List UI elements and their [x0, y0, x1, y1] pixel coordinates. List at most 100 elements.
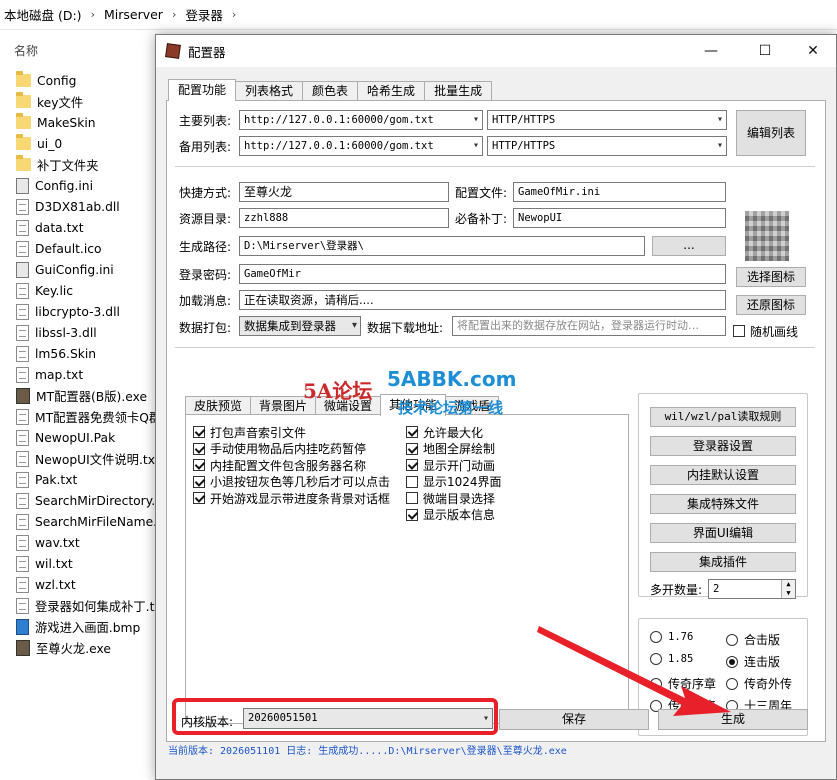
- option-checkbox[interactable]: 手动使用物品后内挂吃药暂停: [193, 441, 366, 457]
- option-checkbox[interactable]: 显示版本信息: [406, 507, 495, 523]
- option-checkbox[interactable]: 允许最大化: [406, 424, 483, 440]
- file-item[interactable]: wav.txt: [16, 532, 166, 553]
- primary-protocol-select[interactable]: HTTP/HTTPS ▾: [487, 110, 727, 130]
- file-item[interactable]: SearchMirFileName.t: [16, 511, 166, 532]
- primary-list-select[interactable]: http://127.0.0.1:60000/gom.txt ▾: [239, 110, 483, 130]
- select-icon-button[interactable]: 选择图标: [736, 267, 806, 287]
- option-checkbox[interactable]: 地图全屏绘制: [406, 441, 495, 457]
- option-checkbox[interactable]: 打包声音索引文件: [193, 424, 306, 440]
- file-icon: [16, 345, 29, 362]
- file-item[interactable]: libcrypto-3.dll: [16, 301, 166, 322]
- restore-icon-button[interactable]: 还原图标: [736, 295, 806, 315]
- option-label: 地图全屏绘制: [423, 442, 496, 456]
- side-button[interactable]: 界面UI编辑: [650, 523, 796, 543]
- file-item[interactable]: Key.lic: [16, 280, 166, 301]
- side-button[interactable]: 集成插件: [650, 552, 796, 572]
- file-item[interactable]: NewopUI文件说明.txt: [16, 448, 166, 469]
- side-button[interactable]: 登录器设置: [650, 436, 796, 456]
- folder-icon: [16, 71, 31, 87]
- tab-micro-client[interactable]: 微端设置: [315, 396, 382, 415]
- option-checkbox[interactable]: 微端目录选择: [406, 490, 495, 506]
- side-button[interactable]: 内挂默认设置: [650, 465, 796, 485]
- chevron-down-icon: ▾: [351, 320, 357, 331]
- address-bar[interactable]: 本地磁盘 (D:) › Mirserver › 登录器 ›: [0, 0, 837, 30]
- launcher-icon-preview: [745, 211, 789, 261]
- file-item[interactable]: GuiConfig.ini: [16, 259, 166, 280]
- tab-background-image[interactable]: 背景图片: [250, 396, 317, 415]
- backup-protocol-select[interactable]: HTTP/HTTPS ▾: [487, 136, 727, 156]
- file-item[interactable]: MakeSkin: [16, 112, 166, 133]
- breadcrumb-mirserver[interactable]: Mirserver: [104, 7, 163, 22]
- file-item[interactable]: Pak.txt: [16, 469, 166, 490]
- breadcrumb-drive[interactable]: 本地磁盘 (D:): [4, 5, 82, 24]
- close-button[interactable]: ✕: [790, 35, 836, 67]
- tab-config-function[interactable]: 配置功能: [168, 79, 237, 101]
- option-checkbox[interactable]: 开始游戏显示带进度条背景对话框: [193, 490, 390, 506]
- file-item[interactable]: key文件: [16, 91, 166, 112]
- backup-list-label: 备用列表:: [179, 140, 232, 154]
- tab-game-shield[interactable]: 游戏盾: [445, 396, 500, 415]
- multi-open-stepper[interactable]: 2 ▲ ▼: [708, 579, 796, 599]
- file-item[interactable]: data.txt: [16, 217, 166, 238]
- file-name: wav.txt: [35, 535, 80, 550]
- option-checkbox[interactable]: 显示开门动画: [406, 457, 495, 473]
- side-button[interactable]: wil/wzl/pal读取规则: [650, 407, 796, 427]
- title-bar[interactable]: 配置器 — ☐ ✕: [156, 35, 836, 67]
- loading-message-input[interactable]: 正在读取资源，请稍后....: [239, 290, 726, 310]
- file-item[interactable]: D3DX81ab.dll: [16, 196, 166, 217]
- browse-button[interactable]: ...: [652, 236, 726, 256]
- tab-batch-generate[interactable]: 批量生成: [424, 81, 493, 100]
- file-item[interactable]: Default.ico: [16, 238, 166, 259]
- column-header-name[interactable]: 名称: [14, 42, 38, 59]
- tab-skin-preview[interactable]: 皮肤预览: [185, 396, 252, 415]
- file-item[interactable]: MT配置器免费领卡Q群: [16, 406, 166, 427]
- data-pack-select[interactable]: 数据集成到登录器 ▾: [239, 316, 361, 336]
- file-name: NewopUI文件说明.txt: [35, 452, 160, 467]
- option-checkbox[interactable]: 小退按钮灰色等几秒后才可以点击: [193, 474, 390, 490]
- maximize-button[interactable]: ☐: [742, 35, 788, 67]
- version-radio[interactable]: 传奇外传: [726, 675, 792, 692]
- file-name: map.txt: [35, 367, 84, 382]
- file-item[interactable]: map.txt: [16, 364, 166, 385]
- file-item[interactable]: Config: [16, 70, 166, 91]
- chevron-down-icon: ▾: [716, 114, 723, 125]
- login-password-input[interactable]: GameOfMir: [239, 264, 726, 284]
- stepper-arrows-icon[interactable]: ▲ ▼: [781, 580, 795, 598]
- tab-hash-generate[interactable]: 哈希生成: [357, 81, 426, 100]
- required-patch-label: 必备补丁:: [455, 212, 508, 226]
- tab-other-functions[interactable]: 其他功能: [380, 394, 447, 416]
- checkbox-box: [406, 508, 418, 521]
- required-patch-input[interactable]: NewopUI: [513, 208, 726, 228]
- file-item[interactable]: 游戏进入画面.bmp: [16, 616, 166, 637]
- file-item[interactable]: 登录器如何集成补丁.tx: [16, 595, 166, 616]
- version-label: 合击版: [744, 633, 781, 647]
- random-frame-checkbox[interactable]: 随机画线: [733, 323, 798, 339]
- option-checkbox[interactable]: 内挂配置文件包含服务器名称: [193, 457, 366, 473]
- output-path-input[interactable]: D:\Mirserver\登录器\: [239, 236, 645, 256]
- file-item[interactable]: 至尊火龙.exe: [16, 637, 166, 658]
- breadcrumb-launcher[interactable]: 登录器: [185, 5, 223, 24]
- file-item[interactable]: NewopUI.Pak: [16, 427, 166, 448]
- side-button[interactable]: 集成特殊文件: [650, 494, 796, 514]
- config-file-input[interactable]: GameOfMir.ini: [513, 182, 726, 202]
- tab-color-table[interactable]: 颜色表: [302, 81, 359, 100]
- shortcut-input[interactable]: 至尊火龙: [239, 182, 449, 202]
- file-item[interactable]: libssl-3.dll: [16, 322, 166, 343]
- file-item[interactable]: wzl.txt: [16, 574, 166, 595]
- edit-list-button[interactable]: 编辑列表: [736, 110, 806, 156]
- file-item[interactable]: MT配置器(B版).exe: [16, 385, 166, 406]
- minimize-button[interactable]: —: [688, 35, 734, 67]
- download-url-input[interactable]: 将配置出来的数据存放在网站，登录器运行时动…: [452, 316, 726, 336]
- option-label: 显示开门动画: [423, 458, 496, 473]
- file-item[interactable]: ui_0: [16, 133, 166, 154]
- file-item[interactable]: SearchMirDirectory.t: [16, 490, 166, 511]
- backup-list-select[interactable]: http://127.0.0.1:60000/gom.txt ▾: [239, 136, 483, 156]
- file-item[interactable]: wil.txt: [16, 553, 166, 574]
- file-item[interactable]: 补丁文件夹: [16, 154, 166, 175]
- file-name: MT配置器免费领卡Q群: [35, 410, 162, 425]
- file-item[interactable]: Config.ini: [16, 175, 166, 196]
- resource-dir-input[interactable]: zzhl888: [239, 208, 449, 228]
- tab-list-format[interactable]: 列表格式: [235, 81, 304, 100]
- option-checkbox[interactable]: 显示1024界面: [406, 474, 502, 490]
- file-item[interactable]: lm56.Skin: [16, 343, 166, 364]
